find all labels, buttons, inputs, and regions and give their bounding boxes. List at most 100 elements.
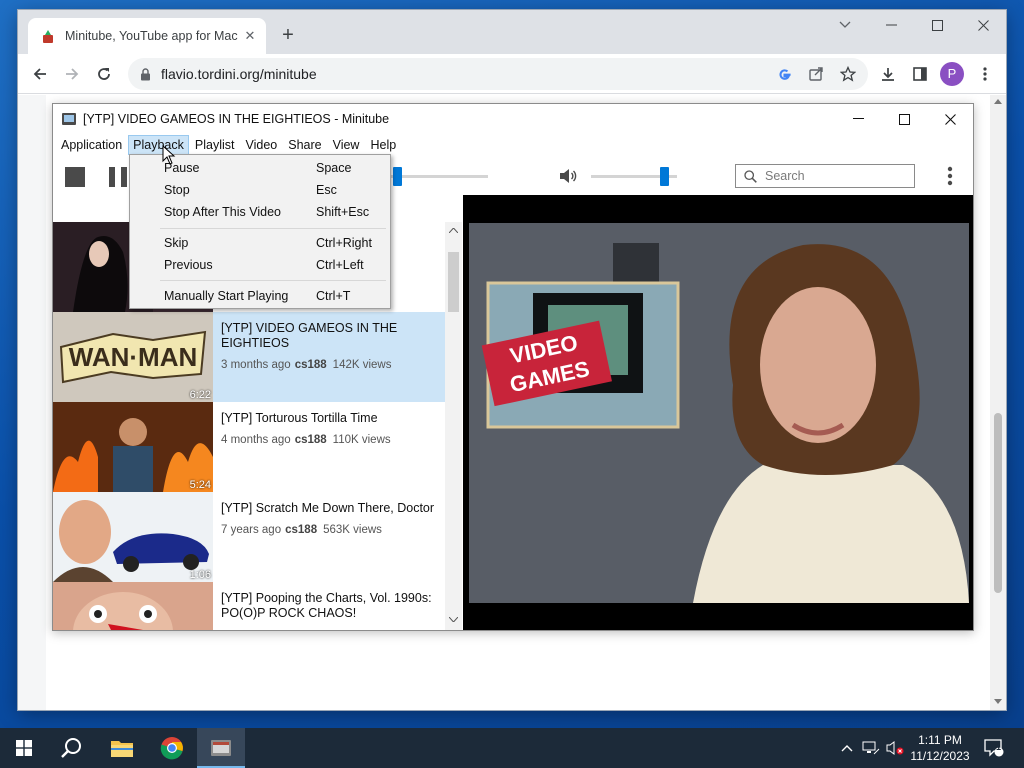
reload-button[interactable] <box>92 62 116 86</box>
playlist-scrollbar-thumb[interactable] <box>448 252 459 312</box>
video-duration: 6:22 <box>189 389 211 401</box>
download-icon[interactable] <box>876 62 900 86</box>
search-icon <box>61 738 81 758</box>
playlist-item[interactable]: 1:06 [YTP] Scratch Me Down There, Doctor… <box>53 492 445 582</box>
minitube-close-button[interactable] <box>927 104 973 134</box>
menu-playlist[interactable]: Playlist <box>190 135 240 155</box>
menu-bar: Application Playback Playlist Video Shar… <box>53 134 973 156</box>
chevron-up-icon <box>841 745 853 752</box>
notification-center-button[interactable]: 1 <box>982 728 1006 768</box>
menu-application[interactable]: Application <box>56 135 127 155</box>
back-button[interactable] <box>28 62 52 86</box>
playlist-item[interactable]: 5:24 [YTP] Torturous Tortilla Time 4 mon… <box>53 402 445 492</box>
menu-playback[interactable]: Playback <box>128 135 189 155</box>
video-author[interactable]: cs188 <box>285 524 317 536</box>
playlist-item-info: [YTP] VIDEO GAMEOS IN THE EIGHTIEOS 3 mo… <box>221 321 443 371</box>
minitube-icon <box>211 740 231 756</box>
tab-search-button[interactable] <box>822 10 868 40</box>
window-title: [YTP] VIDEO GAMEOS IN THE EIGHTIEOS - Mi… <box>83 112 390 126</box>
clock-time: 1:11 PM <box>918 733 962 747</box>
video-frame: VIDEO GAMES <box>463 195 973 630</box>
playlist-item[interactable]: [YTP] Pooping the Charts, Vol. 1990s: PO… <box>53 582 445 630</box>
minitube-minimize-button[interactable] <box>835 104 881 134</box>
playback-menu: Pause Space Stop Esc Stop After This Video… <box>129 154 391 309</box>
playlist-item-meta: 4 months ago cs188 110K views <box>221 434 443 446</box>
file-explorer-button[interactable] <box>98 728 146 768</box>
pause-icon[interactable] <box>109 167 127 187</box>
playlist-item-title: [YTP] Scratch Me Down There, Doctor <box>221 501 435 515</box>
playlist-item-info: [YTP] Pooping the Charts, Vol. 1990s: PO… <box>221 591 443 621</box>
forward-button[interactable] <box>60 62 84 86</box>
windows-logo-icon <box>16 740 32 756</box>
tab-close-icon[interactable]: ✕ <box>242 28 258 44</box>
video-thumbnail: 5:24 <box>53 402 213 492</box>
bookmark-star-icon[interactable] <box>838 64 858 84</box>
video-duration: 5:24 <box>189 479 211 491</box>
minitube-taskbar-button[interactable] <box>197 728 245 768</box>
menu-item-stop-after-this-video[interactable]: Stop After This Video Shift+Esc <box>130 202 390 224</box>
playlist-scrollbar[interactable] <box>445 222 462 630</box>
menu-separator <box>160 228 386 229</box>
show-hidden-icons-button[interactable] <box>838 728 856 768</box>
playlist-item-meta: 3 months ago cs188 142K views <box>221 359 443 371</box>
search-input[interactable]: Search <box>735 164 915 188</box>
minitube-maximize-button[interactable] <box>881 104 927 134</box>
video-views: 563K views <box>323 524 382 536</box>
browser-tab[interactable]: Minitube, YouTube app for Mac ✕ <box>28 18 266 54</box>
seek-slider[interactable] <box>383 167 488 186</box>
menu-help[interactable]: Help <box>365 135 401 155</box>
more-options-icon[interactable] <box>943 164 957 188</box>
menu-item-previous[interactable]: Previous Ctrl+Left <box>130 255 390 277</box>
menu-share[interactable]: Share <box>283 135 326 155</box>
video-views: 142K views <box>332 359 392 371</box>
maximize-button[interactable] <box>914 10 960 40</box>
page-scrollbar-thumb[interactable] <box>994 413 1002 593</box>
video-author[interactable]: cs188 <box>295 434 327 446</box>
new-tab-button[interactable]: + <box>277 24 299 46</box>
video-player[interactable]: VIDEO GAMES <box>463 195 973 630</box>
share-icon[interactable] <box>806 64 826 84</box>
start-button[interactable] <box>0 728 48 768</box>
video-age: 4 months ago <box>221 434 291 446</box>
volume-icon[interactable] <box>559 168 577 184</box>
video-age: 3 months ago <box>221 359 291 371</box>
profile-avatar[interactable]: P <box>940 62 964 86</box>
menu-item-stop[interactable]: Stop Esc <box>130 180 390 202</box>
svg-text:WAN·MAN: WAN·MAN <box>69 342 198 372</box>
tab-title: Minitube, YouTube app for Mac <box>65 29 238 43</box>
side-panel-icon[interactable] <box>908 62 932 86</box>
page-left-margin <box>18 95 46 710</box>
chrome-taskbar-button[interactable] <box>148 728 196 768</box>
stop-icon[interactable] <box>65 167 85 187</box>
minimize-button[interactable] <box>868 10 914 40</box>
mouse-cursor-icon <box>162 145 176 165</box>
folder-icon <box>111 741 133 757</box>
page-scrollbar[interactable] <box>990 95 1006 710</box>
volume-muted-icon[interactable] <box>884 728 906 768</box>
google-translate-icon[interactable] <box>774 64 794 84</box>
url-text: flavio.tordini.org/minitube <box>161 66 317 82</box>
system-clock[interactable]: 1:11 PM 11/12/2023 <box>906 732 974 764</box>
volume-slider[interactable] <box>591 167 677 186</box>
video-author[interactable]: cs188 <box>295 359 327 371</box>
video-age: 7 years ago <box>221 524 282 536</box>
playlist-item-title: [YTP] Pooping the Charts, Vol. 1990s: PO… <box>221 591 432 620</box>
taskbar-search-button[interactable] <box>48 728 96 768</box>
seek-handle[interactable] <box>392 167 402 186</box>
menu-item-manually-start-playing[interactable]: Manually Start Playing Ctrl+T <box>130 286 390 308</box>
network-icon[interactable] <box>860 728 882 768</box>
close-button[interactable] <box>960 10 1006 40</box>
playlist-item-title: [YTP] Torturous Tortilla Time <box>221 411 378 425</box>
chrome-menu-icon[interactable] <box>973 62 997 86</box>
minitube-app-icon <box>62 113 76 125</box>
playlist-item-meta: 7 years ago cs188 563K views <box>221 524 443 536</box>
playlist-item-selected[interactable]: WAN·MAN 6:22 [YTP] VIDEO GAMEOS IN THE E… <box>53 312 445 402</box>
playlist-item-title: [YTP] VIDEO GAMEOS IN THE EIGHTIEOS <box>221 321 398 350</box>
menu-view[interactable]: View <box>328 135 365 155</box>
menu-video[interactable]: Video <box>240 135 282 155</box>
desktop: { "browser": { "tab_title": "Minitube, Y… <box>0 0 1024 768</box>
volume-handle[interactable] <box>660 167 670 186</box>
notification-count: 1 <box>996 742 1002 752</box>
address-bar[interactable]: flavio.tordini.org/minitube <box>128 58 868 90</box>
menu-item-skip[interactable]: Skip Ctrl+Right <box>130 233 390 255</box>
